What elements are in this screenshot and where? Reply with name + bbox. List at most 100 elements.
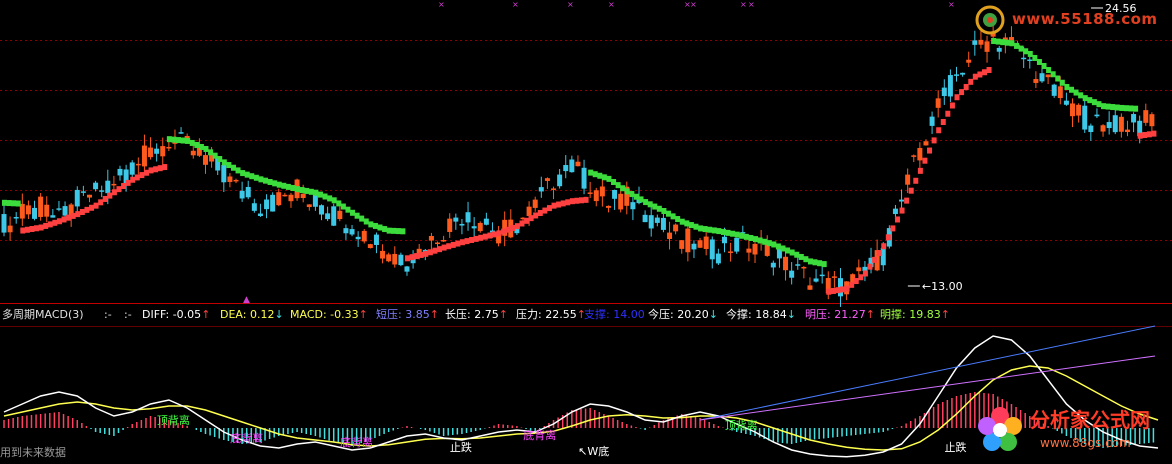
support-step [858,274,864,281]
resist-step [253,174,259,181]
resist-step [263,177,269,184]
info-item-label: MACD: -0.33 [290,308,359,321]
candle-body [642,214,648,223]
resist-step [684,220,690,227]
candle-body [398,254,404,266]
resist-step [11,200,17,207]
resist-step [1027,50,1033,57]
resist-step [391,227,397,234]
support-step [862,270,868,277]
top-marker-icon: × [608,0,615,9]
resist-step [1018,45,1024,52]
support-step [583,196,589,203]
info-item: 明撑: 19.83↑ [880,306,950,324]
support-step [972,73,978,80]
info-item-arrow-icon: ↓ [708,308,718,321]
candle-body [80,191,86,193]
support-step [116,186,122,193]
candle-body [99,190,105,192]
bottom-marker-icon: ▲ [243,295,250,305]
candle-body [270,194,276,212]
macd-signal-label: 止跌 [945,440,967,454]
candle-body [343,228,349,234]
resist-step [1009,40,1015,47]
candle-body [1118,116,1124,132]
support-step [450,241,456,248]
price-panel: 24.56←13.00× × × × × × × × ×▲ [1,0,1157,307]
resist-step [1050,71,1056,78]
indicator-name: 多周期MACD(3) [2,308,84,321]
support-step [482,233,488,240]
resist-step [748,234,754,241]
candle-body [605,205,611,208]
resist-step [716,228,722,235]
resist-step [1087,97,1093,104]
resist-step [1036,58,1042,65]
info-item-arrow-icon: ↑ [498,308,508,321]
resist-step [780,245,786,252]
candle-body [13,217,19,219]
candle-body [789,270,795,278]
candle-body [7,225,13,233]
info-item: DEA: 0.12↓ [220,306,284,324]
candle-body [544,178,550,181]
candle-body [50,215,56,218]
support-step [469,237,475,243]
top-marker-icon: × [740,0,747,9]
resist-step [249,173,255,180]
support-step [414,253,420,260]
candle-body [1106,122,1112,129]
info-item-label: 支撑: 14.00 [584,308,645,321]
candle-body [557,174,563,187]
candle-body [331,206,337,226]
info-dash-2: :- [124,308,132,321]
support-step [130,176,136,183]
resist-step [991,38,997,45]
candle-body [905,174,911,185]
resist-step [629,191,635,198]
resist-step [638,196,644,203]
candle-body [813,278,819,282]
resist-step [208,149,214,156]
info-item-arrow-icon: ↓ [786,308,796,321]
candle-body [141,145,147,167]
support-step [514,223,520,230]
resist-step [798,253,804,260]
resist-step [762,238,768,245]
candle-body [697,240,703,248]
support-step [505,226,511,233]
resist-step [597,172,603,179]
site-logo-icon [975,5,1005,35]
candle-body [453,217,459,222]
candle-body [807,285,813,290]
support-step [143,169,149,176]
resist-step [281,182,287,189]
resist-step [670,213,676,220]
resist-step [601,174,607,181]
support-step [556,201,562,208]
resist-step [290,185,296,192]
resist-step [675,216,681,223]
resist-step [730,230,736,237]
support-step [121,183,127,190]
support-step [533,212,539,219]
resist-step [377,224,383,231]
support-step [409,254,415,261]
resist-step [395,228,401,235]
support-step [418,251,424,258]
candle-body [312,194,318,207]
top-marker-icon: × [748,0,755,9]
support-step [959,89,965,96]
candle-body [1088,125,1094,133]
candle-body [447,218,453,232]
candle-body [752,243,758,255]
resist-step [226,162,232,169]
support-step [153,166,159,173]
candle-body [355,236,361,240]
resist-step [272,180,278,187]
resist-step [386,227,392,234]
candle-body [1124,129,1130,133]
resist-step [652,203,658,210]
resist-step [15,200,21,207]
support-step [56,218,62,225]
